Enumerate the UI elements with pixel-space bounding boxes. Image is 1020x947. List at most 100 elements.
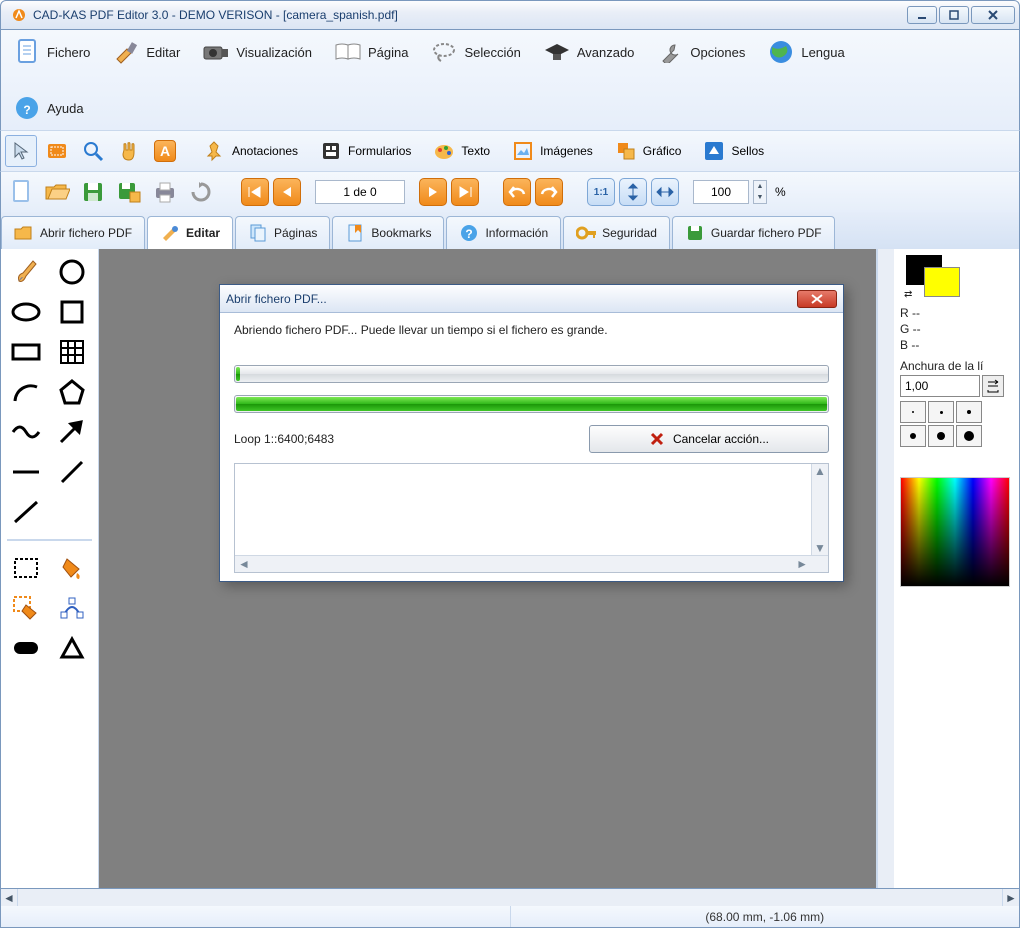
arrow-tool[interactable] bbox=[53, 415, 91, 449]
open-file-dialog: Abrir fichero PDF... Abriendo fichero PD… bbox=[219, 284, 844, 582]
dot-md[interactable] bbox=[956, 401, 982, 423]
stamps-button[interactable]: Sellos bbox=[694, 135, 773, 167]
tab-open-pdf[interactable]: Abrir fichero PDF bbox=[1, 216, 145, 249]
dialog-log-area[interactable]: ▲▼ ◄► bbox=[234, 463, 829, 573]
menu-label: Opciones bbox=[690, 45, 745, 60]
dialog-close-button[interactable] bbox=[797, 290, 837, 308]
dialog-log-hscroll[interactable]: ◄► bbox=[235, 555, 828, 572]
dot-xxl[interactable] bbox=[956, 425, 982, 447]
tab-bookmarks[interactable]: Bookmarks bbox=[332, 216, 444, 249]
menu-opciones[interactable]: Opciones bbox=[650, 34, 751, 70]
dialog-log-vscroll[interactable]: ▲▼ bbox=[811, 464, 828, 555]
hline-tool[interactable] bbox=[7, 455, 45, 489]
rounded-rect-tool[interactable] bbox=[7, 631, 45, 665]
diag-line-tool[interactable] bbox=[53, 455, 91, 489]
tool-divider bbox=[7, 539, 92, 541]
close-button[interactable] bbox=[971, 6, 1015, 24]
open-button[interactable] bbox=[41, 176, 73, 208]
menu-editar[interactable]: Editar bbox=[106, 34, 186, 70]
dot-lg[interactable] bbox=[900, 425, 926, 447]
forms-button[interactable]: Formularios bbox=[311, 135, 420, 167]
menu-avanzado[interactable]: Avanzado bbox=[537, 34, 641, 70]
maximize-button[interactable] bbox=[939, 6, 969, 24]
menu-seleccion[interactable]: Selección bbox=[424, 34, 526, 70]
wave-tool[interactable] bbox=[7, 415, 45, 449]
circle-tool[interactable] bbox=[53, 255, 91, 289]
text-tool[interactable]: A bbox=[149, 135, 181, 167]
undo-button[interactable] bbox=[503, 178, 531, 206]
cancel-action-button[interactable]: Cancelar acción... bbox=[589, 425, 829, 453]
node-edit-tool[interactable] bbox=[53, 591, 91, 625]
menu-lengua[interactable]: Lengua bbox=[761, 34, 850, 70]
rect-tool[interactable] bbox=[7, 335, 45, 369]
canvas-area[interactable]: Abrir fichero PDF... Abriendo fichero PD… bbox=[99, 249, 877, 888]
svg-text:?: ? bbox=[466, 227, 473, 241]
select-fill-tool[interactable] bbox=[7, 591, 45, 625]
zoom-tool[interactable] bbox=[77, 135, 109, 167]
menu-visualizacion[interactable]: Visualización bbox=[196, 34, 318, 70]
dot-xs[interactable] bbox=[900, 401, 926, 423]
linewidth-input[interactable] bbox=[900, 375, 980, 397]
tab-save-pdf[interactable]: Guardar fichero PDF bbox=[672, 216, 835, 249]
save-button[interactable] bbox=[77, 176, 109, 208]
linewidth-picker-button[interactable] bbox=[982, 375, 1004, 397]
zoom-spinner[interactable]: ▲▼ bbox=[753, 180, 767, 204]
canvas-vscroll[interactable] bbox=[877, 249, 894, 888]
key-icon bbox=[576, 223, 596, 243]
fit-width-button[interactable] bbox=[651, 178, 679, 206]
polygon-tool[interactable] bbox=[53, 375, 91, 409]
tab-pages[interactable]: Páginas bbox=[235, 216, 330, 249]
dot-sm[interactable] bbox=[928, 401, 954, 423]
swap-colors-icon[interactable]: ⇄ bbox=[904, 289, 912, 300]
square-tool[interactable] bbox=[53, 295, 91, 329]
arc-tool[interactable] bbox=[7, 375, 45, 409]
dialog-message: Abriendo fichero PDF... Puede llevar un … bbox=[234, 323, 829, 337]
save-as-button[interactable] bbox=[113, 176, 145, 208]
menu-fichero[interactable]: Fichero bbox=[7, 34, 96, 70]
tab-label: Bookmarks bbox=[371, 226, 431, 240]
page-input[interactable] bbox=[315, 180, 405, 204]
brush-tool[interactable] bbox=[7, 255, 45, 289]
next-page-button[interactable] bbox=[419, 178, 447, 206]
status-cell-1 bbox=[1, 906, 510, 927]
grid-tool[interactable] bbox=[53, 335, 91, 369]
minimize-button[interactable] bbox=[907, 6, 937, 24]
menu-ayuda[interactable]: ?Ayuda bbox=[7, 90, 90, 126]
images-button[interactable]: Imágenes bbox=[503, 135, 602, 167]
first-page-button[interactable] bbox=[241, 178, 269, 206]
toolbar-file-nav: 1:1 ▲▼ % bbox=[0, 171, 1020, 212]
hand-tool[interactable] bbox=[113, 135, 145, 167]
canvas-hscroll[interactable]: ◄ ► bbox=[0, 889, 1020, 906]
wrench-icon bbox=[656, 38, 684, 66]
background-color[interactable] bbox=[924, 267, 960, 297]
pointer-tool[interactable] bbox=[5, 135, 37, 167]
last-page-button[interactable] bbox=[451, 178, 479, 206]
graphics-button[interactable]: Gráfico bbox=[606, 135, 691, 167]
book-icon bbox=[334, 38, 362, 66]
ellipse-tool[interactable] bbox=[7, 295, 45, 329]
print-button[interactable] bbox=[149, 176, 181, 208]
select-rect-tool[interactable] bbox=[7, 551, 45, 585]
tab-info[interactable]: ?Información bbox=[446, 216, 561, 249]
redo-button[interactable] bbox=[535, 178, 563, 206]
button-label: Texto bbox=[461, 144, 490, 158]
menu-pagina[interactable]: Página bbox=[328, 34, 414, 70]
fill-tool[interactable] bbox=[53, 551, 91, 585]
line-tool[interactable] bbox=[7, 495, 45, 529]
dot-xl[interactable] bbox=[928, 425, 954, 447]
angle-tool[interactable] bbox=[53, 631, 91, 665]
prev-page-button[interactable] bbox=[273, 178, 301, 206]
help-icon: ? bbox=[13, 94, 41, 122]
marquee-tool[interactable] bbox=[41, 135, 73, 167]
fit-height-button[interactable] bbox=[619, 178, 647, 206]
actual-size-button[interactable]: 1:1 bbox=[587, 178, 615, 206]
refresh-button[interactable] bbox=[185, 176, 217, 208]
new-button[interactable] bbox=[5, 176, 37, 208]
tab-edit[interactable]: Editar bbox=[147, 216, 233, 249]
color-picker[interactable] bbox=[900, 477, 1010, 587]
text-button[interactable]: Texto bbox=[424, 135, 499, 167]
annotations-button[interactable]: Anotaciones bbox=[195, 135, 307, 167]
tab-security[interactable]: Seguridad bbox=[563, 216, 670, 249]
graduation-icon bbox=[543, 38, 571, 66]
zoom-input[interactable] bbox=[693, 180, 749, 204]
